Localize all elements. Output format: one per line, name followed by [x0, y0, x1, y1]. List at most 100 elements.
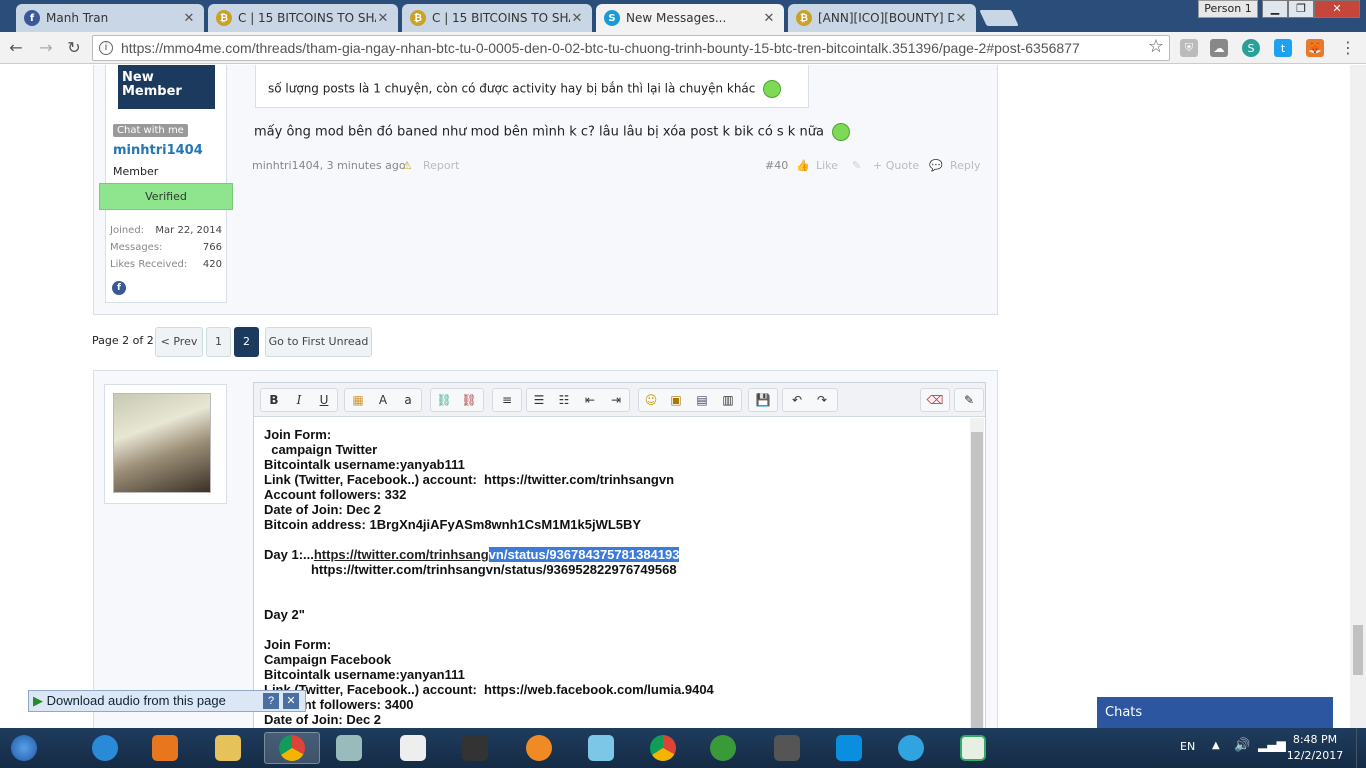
menu-dots-icon[interactable]: ⋮ [1338, 38, 1358, 58]
like-link[interactable]: Like [816, 159, 838, 172]
quote-link[interactable]: + Quote [873, 159, 919, 172]
new-tab-button[interactable] [979, 10, 1019, 26]
notes-icon[interactable] [578, 732, 624, 764]
language-indicator[interactable]: EN [1180, 740, 1195, 753]
cloud-extension-icon[interactable]: ☁ [1210, 39, 1228, 57]
go-to-first-unread-button[interactable]: Go to First Unread [265, 327, 372, 357]
text-color-icon[interactable]: ▦ [346, 388, 370, 412]
toggle-bbcode-icon[interactable]: ✎ [957, 388, 981, 412]
reload-button[interactable]: ↻ [64, 38, 84, 58]
smilie-icon[interactable]: ☺ [639, 388, 663, 412]
chat-with-me-link[interactable]: Chat with me [113, 124, 188, 137]
close-icon[interactable]: ✕ [182, 11, 196, 26]
quoted-text: số lượng posts là 1 chuyện, còn có được … [255, 65, 809, 108]
chrome-taskbar-icon[interactable] [264, 732, 320, 764]
prev-page-button[interactable]: < Prev [155, 327, 203, 357]
post-number[interactable]: #40 [765, 159, 788, 172]
window-app-icon[interactable] [950, 732, 996, 764]
like-icon: 👍 [796, 159, 810, 172]
system-clock[interactable]: 8:48 PM 12/2/2017 [1280, 732, 1350, 764]
tab-ann-ico-bounty[interactable]: ₿ [ANN][ICO][BOUNTY] DE ✕ [788, 4, 976, 32]
tab-bitcoins-1[interactable]: ₿ C | 15 BITCOINS TO SHAI ✕ [208, 4, 398, 32]
play-icon: ▶ [33, 693, 43, 708]
bold-button[interactable]: B [262, 388, 286, 412]
insert-icon[interactable]: ▥ [716, 388, 740, 412]
undo-icon[interactable]: ↶ [785, 388, 809, 412]
ie-icon[interactable] [82, 732, 128, 764]
tab-bitcoins-2[interactable]: ₿ C | 15 BITCOINS TO SHAI ✕ [402, 4, 592, 32]
tab-title: [ANN][ICO][BOUNTY] DE [818, 11, 954, 25]
page-2-button[interactable]: 2 [234, 327, 259, 357]
selected-link-text[interactable]: vn/status/936784375781384193 [488, 547, 680, 562]
microphone-icon[interactable] [764, 732, 810, 764]
help-icon[interactable]: ? [263, 693, 279, 709]
video-player-icon[interactable] [452, 732, 498, 764]
day1-link[interactable]: https://twitter.com/trinhsang [314, 547, 489, 562]
back-button[interactable]: ← [6, 38, 26, 58]
stat-messages: Messages: 766 [110, 242, 222, 253]
report-link[interactable]: Report [423, 159, 459, 172]
uc-browser-icon[interactable] [516, 732, 562, 764]
editor-scrollbar[interactable] [970, 418, 984, 728]
media-player-icon[interactable] [142, 732, 188, 764]
save-draft-icon[interactable]: 💾 [751, 388, 775, 412]
font-size-icon[interactable]: A [371, 388, 395, 412]
maximize-button[interactable]: ❐ [1288, 0, 1314, 18]
swirl-extension-icon[interactable]: S [1242, 39, 1260, 57]
insert-link-icon[interactable]: ⛓ [432, 388, 456, 412]
indent-icon[interactable]: ⇥ [604, 388, 628, 412]
align-icon[interactable]: ≡ [495, 388, 519, 412]
tab-new-messages[interactable]: S New Messages... ✕ [596, 4, 784, 32]
zalo-icon[interactable] [826, 732, 872, 764]
image-icon[interactable]: ▣ [664, 388, 688, 412]
close-icon[interactable]: ✕ [954, 11, 968, 26]
font-family-icon[interactable]: a [396, 388, 420, 412]
page-scrollbar[interactable] [1350, 65, 1366, 728]
tray-arrow-icon[interactable]: ▲ [1212, 740, 1220, 751]
close-icon[interactable]: ✕ [376, 11, 390, 26]
numbered-list-icon[interactable]: ☷ [552, 388, 576, 412]
info-icon[interactable]: i [99, 41, 113, 55]
close-icon[interactable]: ✕ [570, 11, 584, 26]
forward-button[interactable]: → [36, 38, 56, 58]
metamask-extension-icon[interactable]: 🦊 [1306, 39, 1324, 57]
twitter-extension-icon[interactable]: t [1274, 39, 1292, 57]
media-icon[interactable]: ▤ [690, 388, 714, 412]
redo-icon[interactable]: ↷ [810, 388, 834, 412]
circle-app-icon[interactable] [888, 732, 934, 764]
tab-manh-tran[interactable]: f Manh Tran ✕ [16, 4, 204, 32]
verified-badge: Verified [99, 183, 233, 210]
username-link[interactable]: minhtri1404 [113, 143, 203, 158]
reply-link[interactable]: Reply [950, 159, 980, 172]
close-icon[interactable]: ✕ [762, 11, 776, 26]
outdent-icon[interactable]: ⇤ [578, 388, 602, 412]
profile-button[interactable]: Person 1 [1198, 0, 1258, 18]
post-author-time[interactable]: minhtri1404, 3 minutes ago [252, 159, 406, 172]
underline-button[interactable]: U [312, 388, 336, 412]
close-icon[interactable]: ✕ [283, 693, 299, 709]
show-desktop-button[interactable] [1356, 728, 1366, 768]
volume-icon[interactable]: 🔊 [1234, 738, 1250, 753]
remove-link-icon[interactable]: ⛓ [457, 388, 481, 412]
reply-editor[interactable]: B I U ▦ A a ⛓ ⛓ ≡ ☰ ☷ ⇤ ⇥ ☺ ▣ ▤ ▥ 💾 ↶ ↷ … [253, 382, 986, 728]
italic-button[interactable]: I [287, 388, 311, 412]
download-manager-icon[interactable] [700, 732, 746, 764]
chats-panel[interactable]: Chats [1097, 697, 1333, 728]
file-explorer-icon[interactable] [205, 732, 251, 764]
download-audio-bar[interactable]: ▶ Download audio from this page ? ✕ [28, 690, 306, 712]
facebook-icon[interactable]: f [112, 281, 126, 295]
window-close-button[interactable]: ✕ [1314, 0, 1360, 18]
chrome-icon[interactable] [640, 732, 686, 764]
bullet-list-icon[interactable]: ☰ [527, 388, 551, 412]
shield-extension-icon[interactable]: ⛨ [1180, 39, 1198, 57]
unikey-icon[interactable] [390, 732, 436, 764]
editor-text[interactable]: Join Form: campaign Twitter Bitcointalk … [264, 427, 714, 727]
keyboard-app-icon[interactable] [326, 732, 372, 764]
start-button[interactable] [2, 732, 46, 764]
minimize-button[interactable]: ▁ [1262, 0, 1288, 18]
remove-formatting-icon[interactable]: ⌫ [923, 388, 947, 412]
bookmark-star-icon[interactable]: ☆ [1146, 37, 1166, 57]
editor-toolbar: B I U ▦ A a ⛓ ⛓ ≡ ☰ ☷ ⇤ ⇥ ☺ ▣ ▤ ▥ 💾 ↶ ↷ … [254, 383, 985, 417]
address-bar[interactable]: i https://mmo4me.com/threads/tham-gia-ng… [92, 35, 1170, 61]
page-1-button[interactable]: 1 [206, 327, 231, 357]
